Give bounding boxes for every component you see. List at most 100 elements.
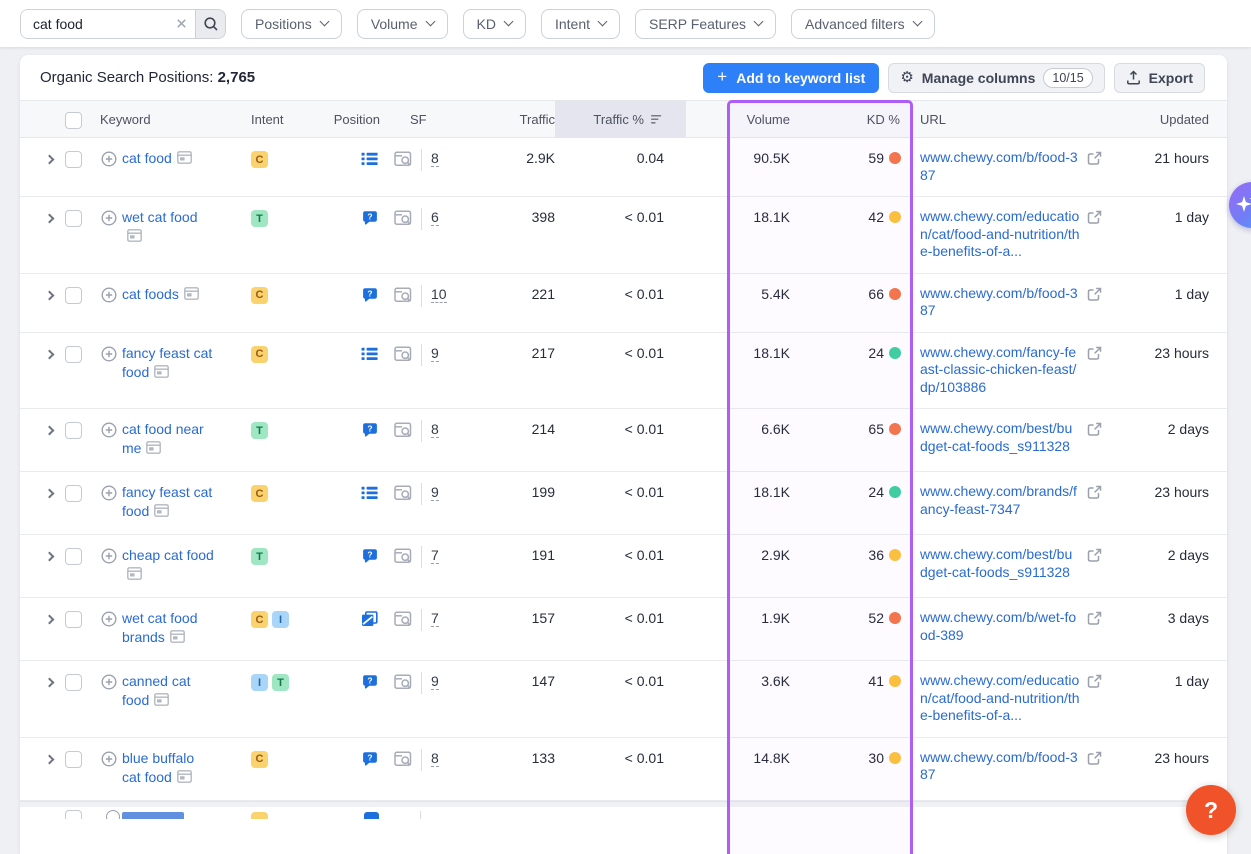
header-url[interactable]: URL <box>913 101 1113 137</box>
sf-count[interactable]: 9 <box>431 673 439 690</box>
add-to-keyword-list-button[interactable]: + Add to keyword list <box>703 63 879 93</box>
sf-count[interactable]: 7 <box>431 547 439 564</box>
serp-snapshot-icon[interactable] <box>154 364 169 383</box>
row-checkbox[interactable] <box>65 422 82 439</box>
serp-preview-icon[interactable] <box>394 422 412 438</box>
row-checkbox[interactable] <box>65 151 82 168</box>
url-link[interactable]: www.chewy.com/best/budget-cat-foods_s911… <box>920 546 1080 581</box>
people-also-ask-icon[interactable]: ? <box>362 422 378 438</box>
external-link-icon[interactable] <box>1087 287 1102 305</box>
serp-snapshot-icon[interactable] <box>154 692 169 711</box>
external-link-icon[interactable] <box>1087 674 1102 692</box>
external-link-icon[interactable] <box>1087 751 1102 769</box>
sitelinks-feature-icon[interactable] <box>361 485 378 501</box>
add-keyword-icon[interactable] <box>101 422 117 438</box>
sitelinks-feature-icon[interactable] <box>361 346 378 362</box>
ai-assistant-button[interactable] <box>1229 182 1251 228</box>
add-keyword-icon[interactable] <box>101 287 117 303</box>
add-keyword-icon[interactable] <box>101 210 117 226</box>
add-keyword-icon[interactable] <box>101 674 117 690</box>
filter-kd[interactable]: KD <box>463 9 526 39</box>
filter-intent[interactable]: Intent <box>541 9 620 39</box>
header-keyword[interactable]: Keyword <box>98 101 233 137</box>
search-button[interactable] <box>195 10 225 38</box>
serp-snapshot-icon[interactable] <box>146 440 161 459</box>
sort-icon[interactable] <box>651 114 664 125</box>
url-link[interactable]: www.chewy.com/education/cat/food-and-nut… <box>920 672 1080 725</box>
keyword-link[interactable]: wet cat food brands <box>122 610 198 645</box>
sf-count[interactable]: 10 <box>431 286 447 303</box>
sf-count[interactable]: 8 <box>431 150 439 167</box>
select-all-checkbox[interactable] <box>65 112 82 129</box>
filter-volume[interactable]: Volume <box>357 9 448 39</box>
external-link-icon[interactable] <box>1087 346 1102 364</box>
row-checkbox[interactable] <box>65 210 82 227</box>
row-checkbox[interactable] <box>65 611 82 628</box>
expand-row-chevron-icon[interactable] <box>45 489 55 499</box>
url-link[interactable]: www.chewy.com/b/wet-food-389 <box>920 609 1080 644</box>
sf-count[interactable]: 8 <box>431 750 439 767</box>
serp-preview-icon[interactable] <box>394 485 412 501</box>
serp-snapshot-icon[interactable] <box>154 503 169 522</box>
url-link[interactable]: www.chewy.com/b/food-387 <box>920 285 1080 320</box>
url-link[interactable]: www.chewy.com/education/cat/food-and-nut… <box>920 208 1080 261</box>
search-input[interactable] <box>21 10 167 38</box>
url-link[interactable]: www.chewy.com/brands/fancy-feast-7347 <box>920 483 1080 518</box>
filter-advanced[interactable]: Advanced filters <box>791 9 935 39</box>
people-also-ask-icon[interactable]: ? <box>362 751 378 767</box>
keyword-link[interactable]: cat food <box>122 150 172 166</box>
external-link-icon[interactable] <box>1087 611 1102 629</box>
expand-row-chevron-icon[interactable] <box>45 678 55 688</box>
external-link-icon[interactable] <box>1087 422 1102 440</box>
header-intent[interactable]: Intent <box>233 101 290 137</box>
manage-columns-button[interactable]: ⚙ Manage columns 10/15 <box>888 63 1104 93</box>
serp-snapshot-icon[interactable] <box>170 629 185 648</box>
image-pack-icon[interactable] <box>361 611 378 627</box>
external-link-icon[interactable] <box>1087 210 1102 228</box>
sitelinks-feature-icon[interactable] <box>361 151 378 167</box>
add-keyword-icon[interactable] <box>101 751 117 767</box>
export-button[interactable]: Export <box>1114 63 1205 93</box>
external-link-icon[interactable] <box>1087 548 1102 566</box>
people-also-ask-icon[interactable]: ? <box>362 287 378 303</box>
header-volume[interactable]: Volume <box>727 101 812 137</box>
header-sf[interactable]: SF <box>380 101 475 137</box>
url-link[interactable]: www.chewy.com/best/budget-cat-foods_s911… <box>920 420 1080 455</box>
add-keyword-icon[interactable] <box>101 611 117 627</box>
people-also-ask-icon[interactable]: ? <box>362 210 378 226</box>
row-checkbox[interactable] <box>65 287 82 304</box>
expand-row-chevron-icon[interactable] <box>45 155 55 165</box>
add-keyword-icon[interactable] <box>106 810 120 819</box>
expand-row-chevron-icon[interactable] <box>45 754 55 764</box>
header-updated[interactable]: Updated <box>1113 101 1227 137</box>
add-keyword-icon[interactable] <box>101 151 117 167</box>
row-checkbox[interactable] <box>65 485 82 502</box>
row-checkbox[interactable] <box>65 751 82 768</box>
row-checkbox[interactable] <box>65 548 82 565</box>
people-also-ask-icon[interactable]: ? <box>362 548 378 564</box>
header-traffic-pct[interactable]: Traffic % <box>555 101 686 137</box>
filter-serp-features[interactable]: SERP Features <box>635 9 776 39</box>
help-button[interactable]: ? <box>1186 785 1236 835</box>
sf-count[interactable]: 8 <box>431 421 439 438</box>
sf-count[interactable]: 7 <box>431 610 439 627</box>
row-checkbox[interactable] <box>65 810 82 819</box>
expand-row-chevron-icon[interactable] <box>45 349 55 359</box>
filter-positions[interactable]: Positions <box>241 9 342 39</box>
serp-snapshot-icon[interactable] <box>127 566 142 585</box>
serp-snapshot-icon[interactable] <box>177 769 192 788</box>
keyword-link[interactable] <box>122 812 184 819</box>
serp-preview-icon[interactable] <box>394 611 412 627</box>
header-traffic[interactable]: Traffic <box>475 101 555 137</box>
serp-snapshot-icon[interactable] <box>184 286 199 305</box>
serp-preview-icon[interactable] <box>394 548 412 564</box>
serp-preview-icon[interactable] <box>394 346 412 362</box>
serp-preview-icon[interactable] <box>394 210 412 226</box>
sf-count[interactable]: 6 <box>431 209 439 226</box>
serp-preview-icon[interactable] <box>394 287 412 303</box>
expand-row-chevron-icon[interactable] <box>45 615 55 625</box>
add-keyword-icon[interactable] <box>101 548 117 564</box>
external-link-icon[interactable] <box>1087 151 1102 169</box>
keyword-link[interactable]: cheap cat food <box>122 547 214 563</box>
url-link[interactable]: www.chewy.com/b/food-387 <box>920 149 1080 184</box>
